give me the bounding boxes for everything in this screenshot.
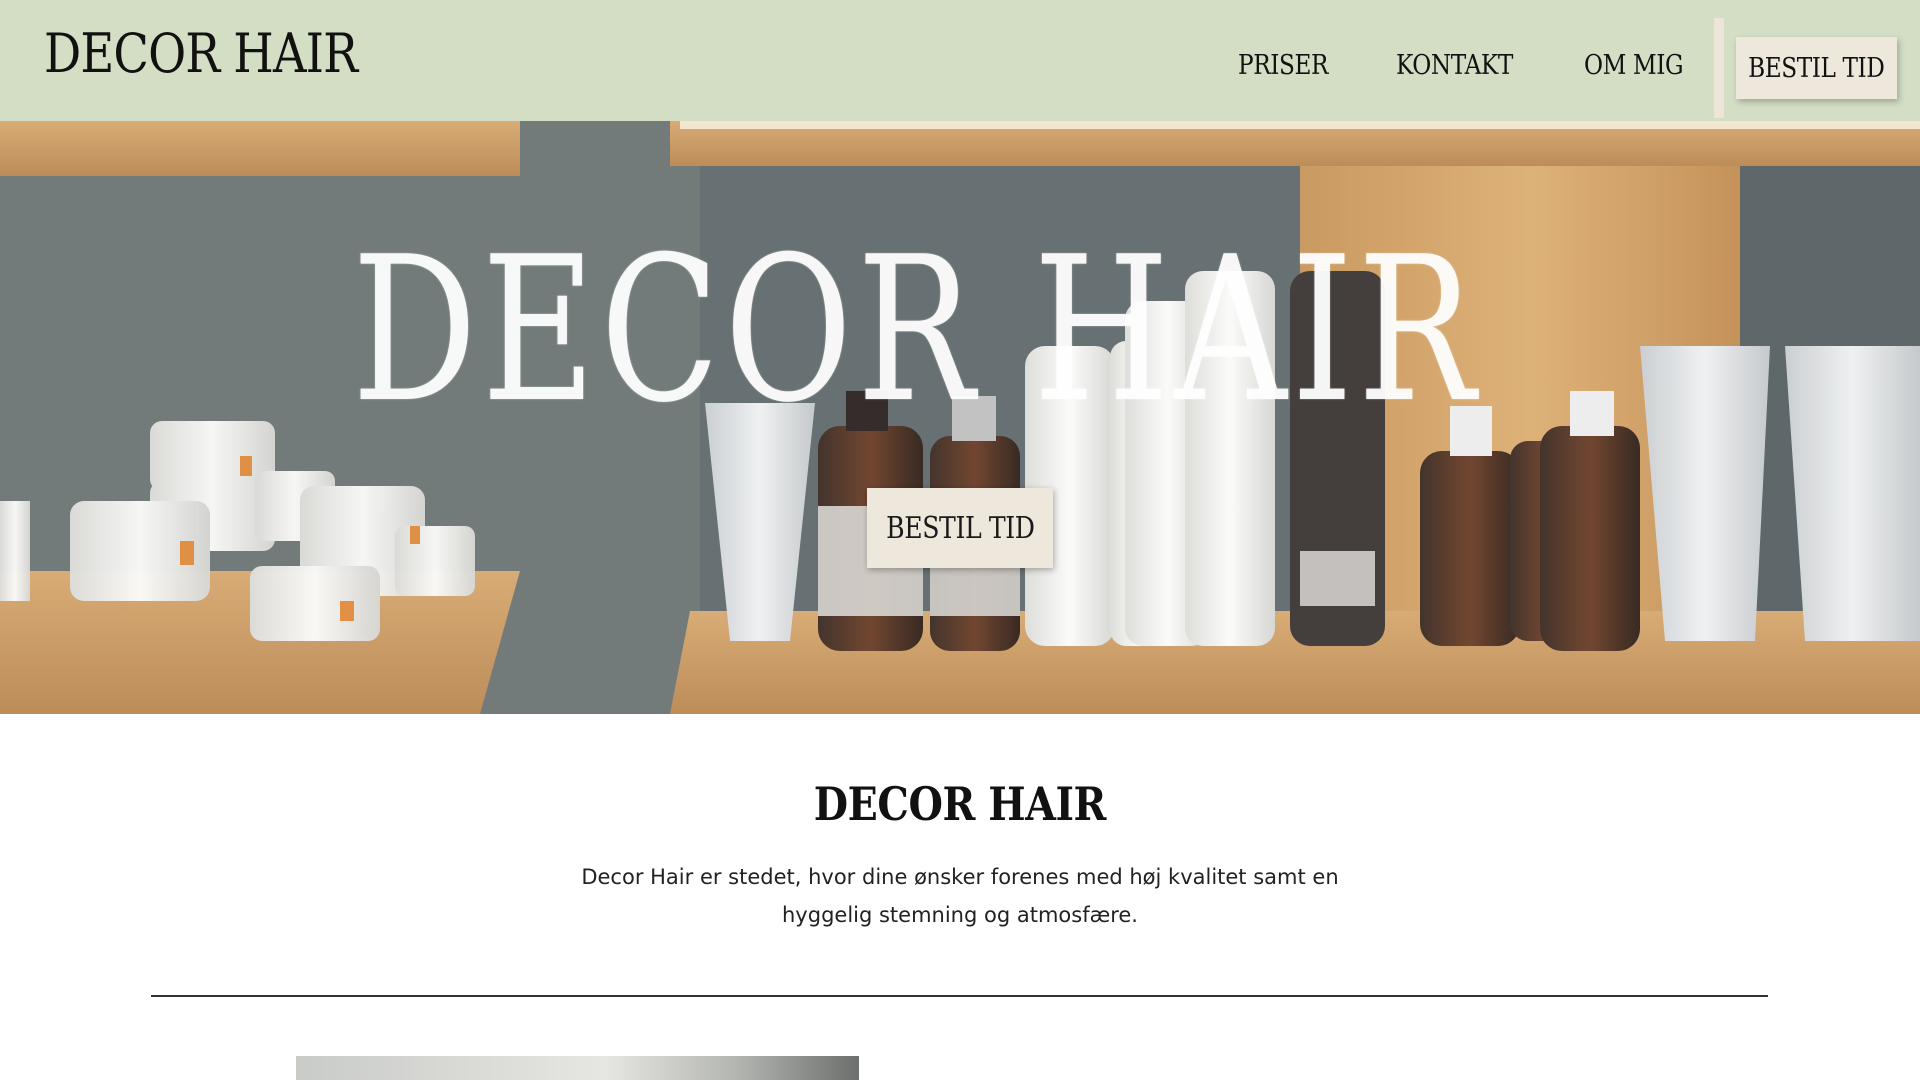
nav-link-kontakt[interactable]: KONTAKT (1396, 46, 1513, 86)
nav-divider (1714, 18, 1724, 118)
gallery-image (296, 1056, 859, 1080)
hero-book-button-label: BESTIL TID (885, 510, 1035, 546)
nav-link-om-mig[interactable]: OM MIG (1584, 46, 1684, 86)
section-divider (151, 995, 1768, 997)
intro-title: DECOR HAIR (0, 775, 1920, 833)
header-book-button[interactable]: BESTIL TID (1736, 37, 1897, 99)
intro-description: Decor Hair er stedet, hvor dine ønsker f… (581, 865, 1339, 927)
header-book-button-label: BESTIL TID (1748, 52, 1885, 84)
hero-banner: DECOR HAIR BESTIL TID (0, 121, 1920, 714)
hero-book-button[interactable]: BESTIL TID (867, 488, 1053, 568)
hero-title: DECOR HAIR (352, 214, 1480, 447)
main-nav: PRISER KONTAKT OM MIG (0, 46, 1920, 86)
site-header: DECOR HAIR PRISER KONTAKT OM MIG BESTIL … (0, 0, 1920, 121)
nav-link-priser[interactable]: PRISER (1238, 46, 1328, 86)
intro-title-text: DECOR HAIR (813, 777, 1107, 831)
